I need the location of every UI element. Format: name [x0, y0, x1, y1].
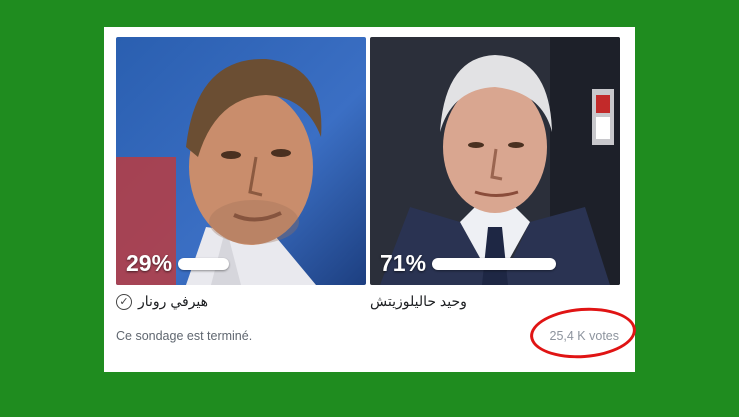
option-photo[interactable]: 29%	[116, 37, 366, 285]
option-name-row: هيرفي رونار ✓	[116, 293, 366, 310]
poll-option-renard[interactable]: 29% هيرفي رونار ✓	[116, 37, 366, 310]
option-name: هيرفي رونار	[138, 293, 209, 309]
renard-photo	[116, 37, 366, 285]
halilhodzic-photo	[370, 37, 620, 285]
option-photo[interactable]: 71%	[370, 37, 620, 285]
percent-label: 29%	[126, 250, 173, 276]
checkmark-circle-icon: ✓	[116, 293, 132, 310]
percent-label: 71%	[380, 250, 427, 276]
percent-bar-track	[178, 257, 356, 270]
percent-row: 29%	[126, 250, 356, 277]
poll-status: Ce sondage est terminé.	[116, 329, 253, 343]
percent-bar-fill	[178, 257, 229, 270]
poll-option-halilhodzic[interactable]: 71% وحيد حاليلوزيتش	[370, 37, 620, 310]
option-name: وحيد حاليلوزيتش	[370, 293, 467, 309]
percent-bar-fill	[432, 257, 557, 270]
percent-bar-track	[432, 257, 610, 270]
percent-row: 71%	[380, 250, 610, 277]
